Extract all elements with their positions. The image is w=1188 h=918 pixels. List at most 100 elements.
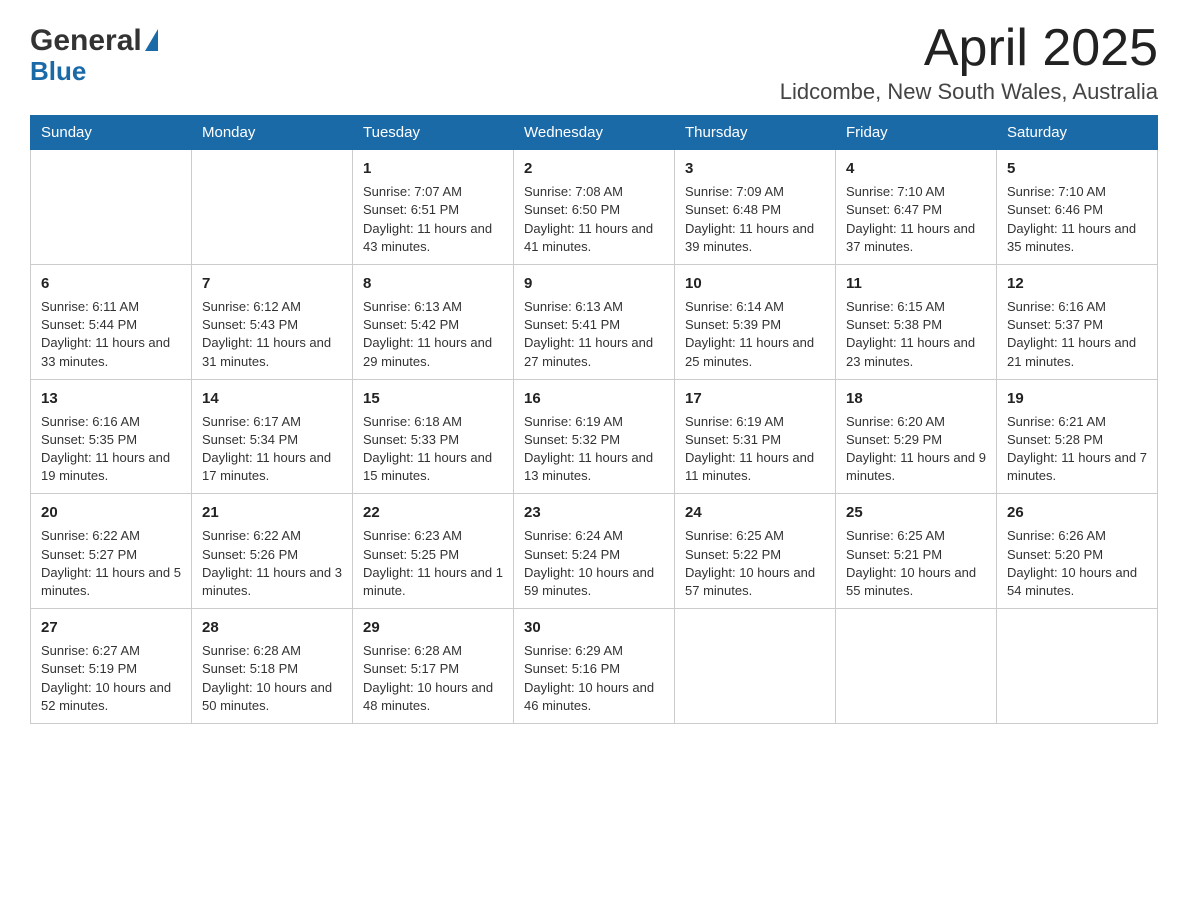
calendar-cell: 30Sunrise: 6:29 AMSunset: 5:16 PMDayligh… xyxy=(514,609,675,724)
daylight-text: Daylight: 11 hours and 17 minutes. xyxy=(202,449,342,485)
sunset-text: Sunset: 5:20 PM xyxy=(1007,546,1147,564)
day-number: 1 xyxy=(363,158,503,179)
week-row-2: 6Sunrise: 6:11 AMSunset: 5:44 PMDaylight… xyxy=(31,264,1158,379)
calendar-cell: 3Sunrise: 7:09 AMSunset: 6:48 PMDaylight… xyxy=(675,150,836,265)
sunrise-text: Sunrise: 6:24 AM xyxy=(524,527,664,545)
day-number: 20 xyxy=(41,502,181,523)
sunrise-text: Sunrise: 6:27 AM xyxy=(41,642,181,660)
sunset-text: Sunset: 5:26 PM xyxy=(202,546,342,564)
sunset-text: Sunset: 6:50 PM xyxy=(524,201,664,219)
sunset-text: Sunset: 6:47 PM xyxy=(846,201,986,219)
sunset-text: Sunset: 5:25 PM xyxy=(363,546,503,564)
weekday-header-row: SundayMondayTuesdayWednesdayThursdayFrid… xyxy=(31,116,1158,150)
sunrise-text: Sunrise: 6:18 AM xyxy=(363,413,503,431)
day-number: 13 xyxy=(41,388,181,409)
calendar-cell: 17 Sunrise: 6:19 AMSunset: 5:31 PMDayligh… xyxy=(675,379,836,494)
sunset-text: Sunset: 5:28 PM xyxy=(1007,431,1147,449)
day-number: 6 xyxy=(41,273,181,294)
sunrise-text: Sunrise: 7:07 AM xyxy=(363,183,503,201)
daylight-text: Daylight: 10 hours and 59 minutes. xyxy=(524,564,664,600)
logo-general-text: General xyxy=(30,26,142,56)
day-number: 10 xyxy=(685,273,825,294)
daylight-text: Daylight: 10 hours and 50 minutes. xyxy=(202,679,342,715)
calendar-cell: 13Sunrise: 6:16 AMSunset: 5:35 PMDayligh… xyxy=(31,379,192,494)
day-number: 12 xyxy=(1007,273,1147,294)
sunrise-text: Sunrise: 6:19 AM xyxy=(685,413,825,431)
calendar-cell: 2Sunrise: 7:08 AMSunset: 6:50 PMDaylight… xyxy=(514,150,675,265)
sunset-text: Sunset: 5:29 PM xyxy=(846,431,986,449)
daylight-text: Daylight: 11 hours and 31 minutes. xyxy=(202,334,342,370)
sunrise-text: Sunrise: 6:16 AM xyxy=(1007,298,1147,316)
sunrise-text: Sunrise: 6:12 AM xyxy=(202,298,342,316)
day-number: 27 xyxy=(41,617,181,638)
day-number: 22 xyxy=(363,502,503,523)
daylight-text: Daylight: 11 hours and 3 minutes. xyxy=(202,564,342,600)
calendar-cell: 7Sunrise: 6:12 AMSunset: 5:43 PMDaylight… xyxy=(192,264,353,379)
calendar-cell: 19Sunrise: 6:21 AMSunset: 5:28 PMDayligh… xyxy=(997,379,1158,494)
week-row-3: 13Sunrise: 6:16 AMSunset: 5:35 PMDayligh… xyxy=(31,379,1158,494)
sunset-text: Sunset: 5:44 PM xyxy=(41,316,181,334)
daylight-text: Daylight: 11 hours and 39 minutes. xyxy=(685,220,825,256)
daylight-text: Daylight: 11 hours and 7 minutes. xyxy=(1007,449,1147,485)
day-number: 23 xyxy=(524,502,664,523)
logo-blue-text: Blue xyxy=(30,58,158,84)
daylight-text: Daylight: 11 hours and 37 minutes. xyxy=(846,220,986,256)
day-number: 5 xyxy=(1007,158,1147,179)
day-number: 11 xyxy=(846,273,986,294)
sunset-text: Sunset: 5:34 PM xyxy=(202,431,342,449)
calendar-cell xyxy=(31,150,192,265)
sunrise-text: Sunrise: 6:22 AM xyxy=(41,527,181,545)
weekday-header-sunday: Sunday xyxy=(31,116,192,150)
sunset-text: Sunset: 5:37 PM xyxy=(1007,316,1147,334)
calendar-cell xyxy=(997,609,1158,724)
week-row-4: 20Sunrise: 6:22 AMSunset: 5:27 PMDayligh… xyxy=(31,494,1158,609)
day-number: 30 xyxy=(524,617,664,638)
day-number: 8 xyxy=(363,273,503,294)
calendar-cell: 20Sunrise: 6:22 AMSunset: 5:27 PMDayligh… xyxy=(31,494,192,609)
sunset-text: Sunset: 5:41 PM xyxy=(524,316,664,334)
weekday-header-saturday: Saturday xyxy=(997,116,1158,150)
sunrise-text: Sunrise: 6:15 AM xyxy=(846,298,986,316)
sunrise-text: Sunrise: 7:10 AM xyxy=(1007,183,1147,201)
daylight-text: Daylight: 10 hours and 54 minutes. xyxy=(1007,564,1147,600)
week-row-5: 27Sunrise: 6:27 AMSunset: 5:19 PMDayligh… xyxy=(31,609,1158,724)
sunrise-text: Sunrise: 6:25 AM xyxy=(846,527,986,545)
sunset-text: Sunset: 5:32 PM xyxy=(524,431,664,449)
header: General Blue April 2025 Lidcombe, New So… xyxy=(30,20,1158,105)
day-number: 17 xyxy=(685,388,825,409)
calendar-cell: 27Sunrise: 6:27 AMSunset: 5:19 PMDayligh… xyxy=(31,609,192,724)
sunrise-text: Sunrise: 6:25 AM xyxy=(685,527,825,545)
month-year-title: April 2025 xyxy=(780,20,1158,77)
day-number: 25 xyxy=(846,502,986,523)
sunset-text: Sunset: 5:39 PM xyxy=(685,316,825,334)
sunrise-text: Sunrise: 6:21 AM xyxy=(1007,413,1147,431)
day-number: 26 xyxy=(1007,502,1147,523)
sunset-text: Sunset: 5:18 PM xyxy=(202,660,342,678)
day-number: 16 xyxy=(524,388,664,409)
sunrise-text: Sunrise: 6:29 AM xyxy=(524,642,664,660)
calendar-cell: 5Sunrise: 7:10 AMSunset: 6:46 PMDaylight… xyxy=(997,150,1158,265)
daylight-text: Daylight: 10 hours and 57 minutes. xyxy=(685,564,825,600)
daylight-text: Daylight: 11 hours and 15 minutes. xyxy=(363,449,503,485)
sunset-text: Sunset: 5:31 PM xyxy=(685,431,825,449)
sunrise-text: Sunrise: 6:14 AM xyxy=(685,298,825,316)
weekday-header-wednesday: Wednesday xyxy=(514,116,675,150)
daylight-text: Daylight: 11 hours and 13 minutes. xyxy=(524,449,664,485)
calendar-cell: 22Sunrise: 6:23 AMSunset: 5:25 PMDayligh… xyxy=(353,494,514,609)
day-number: 18 xyxy=(846,388,986,409)
calendar-table: SundayMondayTuesdayWednesdayThursdayFrid… xyxy=(30,115,1158,724)
daylight-text: Daylight: 11 hours and 25 minutes. xyxy=(685,334,825,370)
sunrise-text: Sunrise: 7:09 AM xyxy=(685,183,825,201)
sunset-text: Sunset: 5:43 PM xyxy=(202,316,342,334)
sunset-text: Sunset: 5:17 PM xyxy=(363,660,503,678)
calendar-cell xyxy=(836,609,997,724)
sunset-text: Sunset: 5:24 PM xyxy=(524,546,664,564)
sunset-text: Sunset: 6:48 PM xyxy=(685,201,825,219)
sunset-text: Sunset: 5:35 PM xyxy=(41,431,181,449)
daylight-text: Daylight: 11 hours and 41 minutes. xyxy=(524,220,664,256)
sunrise-text: Sunrise: 6:28 AM xyxy=(363,642,503,660)
location-subtitle: Lidcombe, New South Wales, Australia xyxy=(780,79,1158,105)
weekday-header-friday: Friday xyxy=(836,116,997,150)
daylight-text: Daylight: 11 hours and 11 minutes. xyxy=(685,449,825,485)
daylight-text: Daylight: 11 hours and 1 minute. xyxy=(363,564,503,600)
